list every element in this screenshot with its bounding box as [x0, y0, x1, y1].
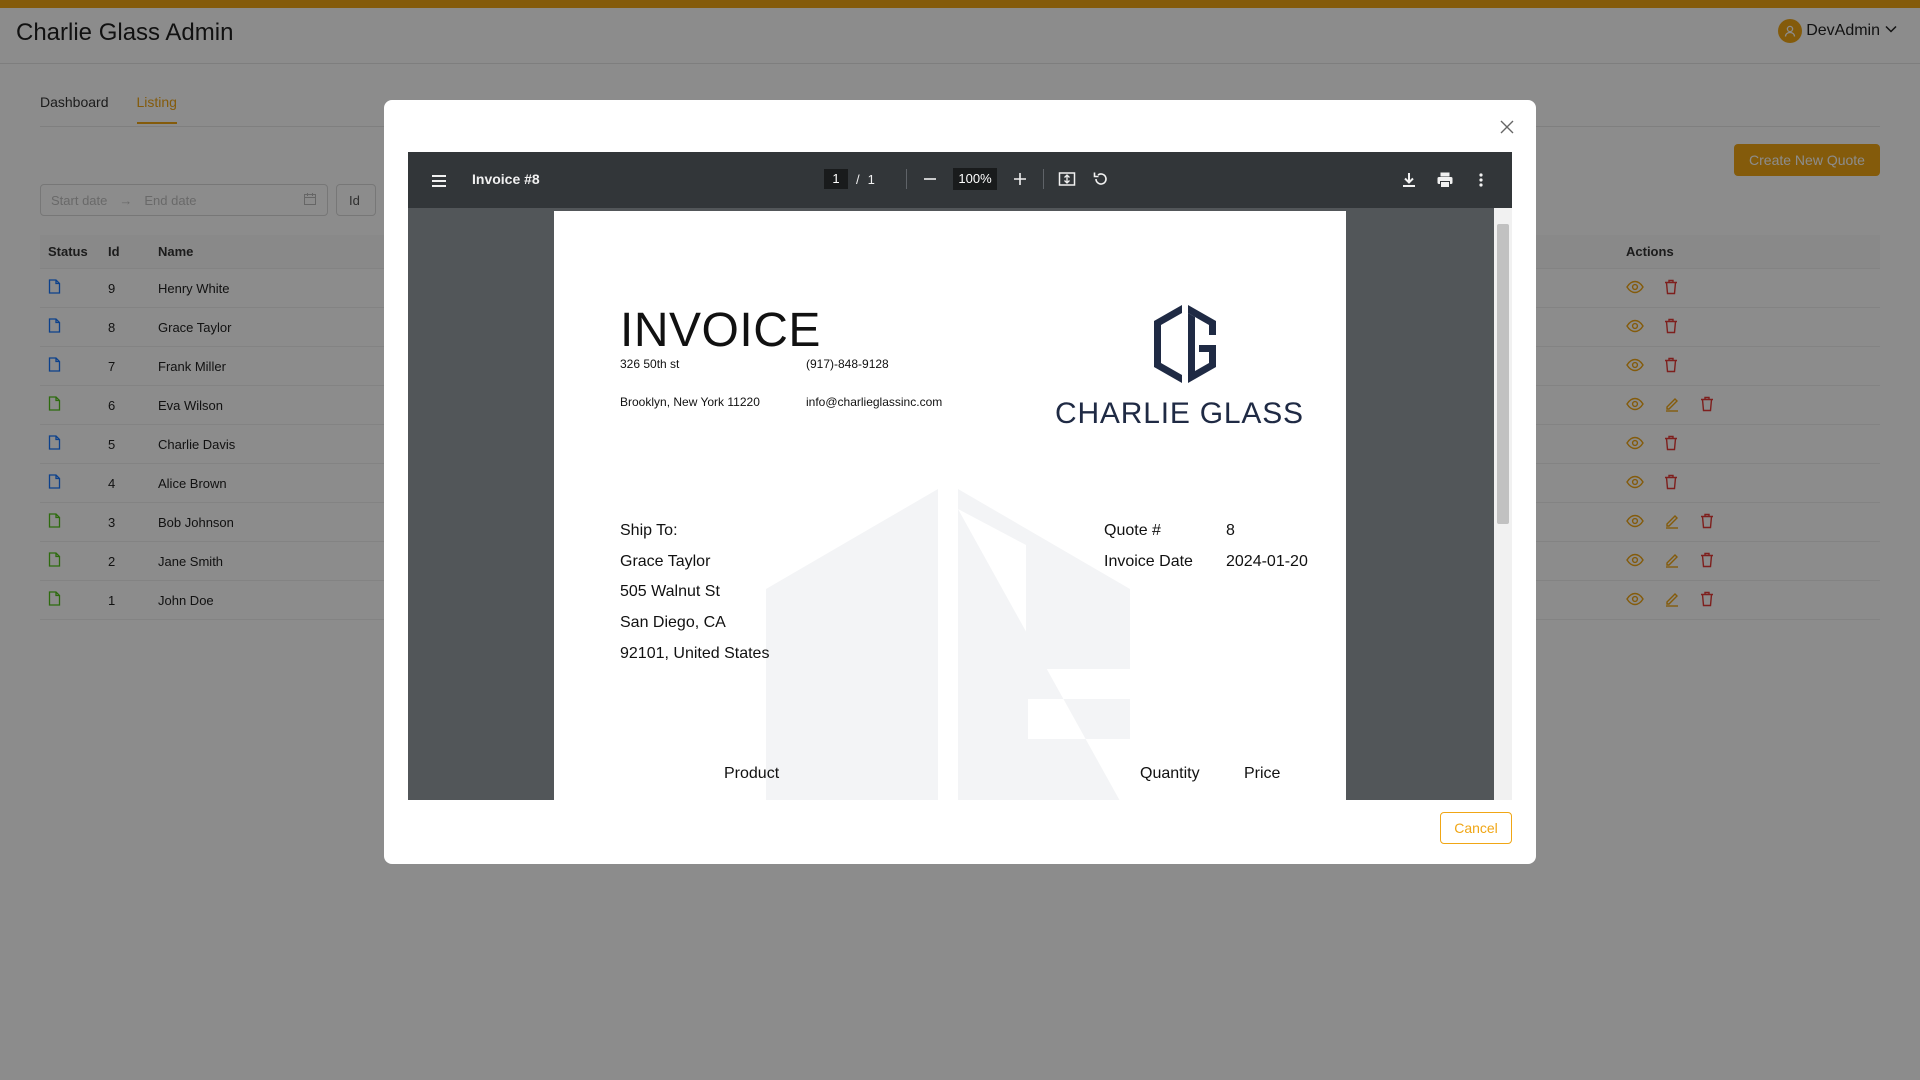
pdf-title: Invoice #8	[472, 171, 540, 187]
ship-to-label: Ship To:	[620, 522, 678, 539]
charlie-glass-logo-icon	[1154, 305, 1216, 383]
watermark-logo	[766, 489, 1130, 800]
cancel-button[interactable]: Cancel	[1440, 812, 1512, 844]
page-total: 1	[867, 171, 875, 187]
page-separator: /	[856, 171, 860, 187]
toolbar-divider	[1043, 169, 1044, 189]
ship-to-city: San Diego, CA	[620, 614, 726, 631]
more-icon[interactable]	[1470, 169, 1492, 191]
company-phone: (917)-848-9128	[806, 357, 889, 371]
plus-icon[interactable]	[1009, 168, 1031, 190]
rotate-icon[interactable]	[1090, 168, 1112, 190]
column-price: Price	[1244, 765, 1281, 782]
column-quantity: Quantity	[1140, 765, 1200, 782]
pdf-scrollbar[interactable]	[1494, 208, 1512, 800]
minus-icon[interactable]	[919, 168, 941, 190]
quote-number-value: 8	[1226, 522, 1235, 539]
invoice-date-value: 2024-01-20	[1226, 553, 1308, 570]
zoom-controls: 100%	[906, 168, 1112, 190]
close-icon[interactable]	[1496, 116, 1518, 138]
company-address-line1: 326 50th st	[620, 357, 680, 371]
invoice-heading: INVOICE	[620, 304, 821, 357]
invoice-page: INVOICE 326 50th st (917)-848-9128 Brook…	[554, 211, 1346, 800]
logo-wordmark: CHARLIE GLASS	[1055, 397, 1304, 430]
print-icon[interactable]	[1434, 169, 1456, 191]
pdf-scrollbar-thumb[interactable]	[1497, 224, 1509, 524]
toolbar-divider	[906, 169, 907, 189]
ship-to-street: 505 Walnut St	[620, 583, 720, 600]
zoom-input[interactable]: 100%	[953, 168, 997, 190]
toolbar-right-actions	[1398, 169, 1492, 191]
pdf-viewer: Invoice #8 1 / 1 100% INVOICE 326 50th s…	[408, 152, 1512, 800]
company-email: info@charlieglassinc.com	[806, 395, 943, 409]
download-icon[interactable]	[1398, 169, 1420, 191]
menu-icon[interactable]	[428, 170, 450, 192]
fit-page-icon[interactable]	[1056, 168, 1078, 190]
pdf-toolbar: Invoice #8 1 / 1 100%	[408, 152, 1512, 208]
page-navigator: 1 / 1	[824, 169, 875, 189]
invoice-preview-modal: Invoice #8 1 / 1 100% INVOICE 326 50th s…	[384, 100, 1536, 864]
ship-to-name: Grace Taylor	[620, 553, 711, 570]
invoice-date-label: Invoice Date	[1104, 553, 1193, 570]
column-product: Product	[724, 765, 780, 782]
company-address-line2: Brooklyn, New York 11220	[620, 395, 760, 409]
ship-to-zip: 92101, United States	[620, 645, 770, 662]
page-number-input[interactable]: 1	[824, 169, 848, 189]
quote-number-label: Quote #	[1104, 522, 1161, 539]
